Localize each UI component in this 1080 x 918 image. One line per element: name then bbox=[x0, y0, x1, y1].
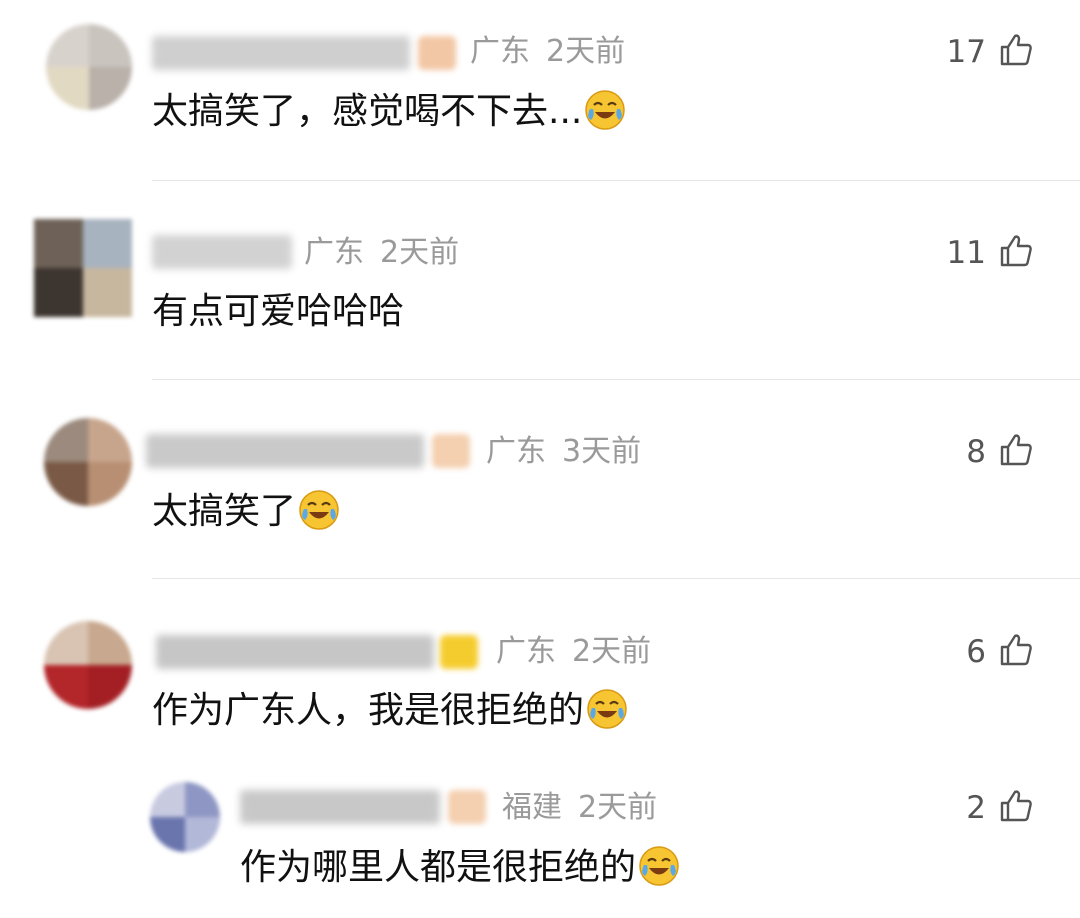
comment-text: 作为广东人，我是很拒绝的 bbox=[152, 687, 628, 735]
user-badge-icon bbox=[432, 434, 470, 468]
comment-meta: 广东 2天前 bbox=[470, 32, 625, 72]
comment-text-content: 太搞笑了，感觉喝不下去... bbox=[152, 91, 583, 132]
comment-text: 有点可爱哈哈哈 bbox=[152, 288, 404, 336]
comment-meta: 广东 2天前 bbox=[304, 233, 459, 273]
user-badge-icon bbox=[440, 635, 478, 669]
reply-text: 作为哪里人都是很拒绝的 bbox=[240, 844, 680, 892]
reply-text-content: 作为哪里人都是很拒绝的 bbox=[240, 847, 637, 888]
username-blurred[interactable] bbox=[152, 36, 410, 70]
avatar[interactable] bbox=[44, 418, 132, 506]
thumbs-up-icon bbox=[998, 788, 1034, 828]
comment-item[interactable]: 广东 2天前 11 有点可爱哈哈哈 bbox=[0, 181, 1080, 379]
comment-meta: 广东 2天前 bbox=[496, 632, 651, 672]
time-label: 2天前 bbox=[572, 634, 652, 669]
user-badge-icon bbox=[418, 36, 456, 70]
avatar[interactable] bbox=[44, 621, 132, 709]
comment-item[interactable]: 广东 3天前 8 太搞笑了 bbox=[0, 380, 1080, 578]
like-count: 11 bbox=[946, 235, 986, 271]
location-label: 福建 bbox=[502, 790, 562, 825]
laugh-cry-emoji-icon bbox=[638, 845, 680, 887]
thumbs-up-icon bbox=[998, 233, 1034, 273]
location-label: 广东 bbox=[496, 634, 556, 669]
time-label: 2天前 bbox=[546, 34, 626, 69]
thumbs-up-icon bbox=[998, 32, 1034, 72]
like-button[interactable]: 8 bbox=[966, 432, 1034, 472]
comment-text: 太搞笑了 bbox=[152, 488, 340, 536]
time-label: 3天前 bbox=[562, 434, 642, 469]
laugh-cry-emoji-icon bbox=[584, 89, 626, 131]
username-blurred[interactable] bbox=[156, 635, 434, 669]
comment-item[interactable]: 广东 2天前 6 作为广东人，我是很拒绝的 bbox=[0, 579, 1080, 759]
avatar[interactable] bbox=[34, 219, 132, 317]
comment-meta: 福建 2天前 bbox=[502, 788, 657, 828]
like-button[interactable]: 6 bbox=[966, 632, 1034, 672]
comment-text: 太搞笑了，感觉喝不下去... bbox=[152, 88, 626, 136]
username-blurred[interactable] bbox=[152, 235, 292, 269]
comment-text-content: 有点可爱哈哈哈 bbox=[152, 291, 405, 332]
location-label: 广东 bbox=[304, 235, 364, 270]
like-count: 2 bbox=[966, 790, 986, 826]
like-button[interactable]: 11 bbox=[947, 233, 1034, 273]
username-blurred[interactable] bbox=[240, 790, 440, 824]
user-badge-icon bbox=[448, 790, 486, 824]
time-label: 2天前 bbox=[578, 790, 658, 825]
comment-text-content: 作为广东人，我是很拒绝的 bbox=[152, 690, 585, 731]
location-label: 广东 bbox=[470, 34, 530, 69]
like-button[interactable]: 2 bbox=[966, 788, 1034, 828]
comment-meta: 广东 3天前 bbox=[486, 432, 641, 472]
comment-text-content: 太搞笑了 bbox=[152, 491, 297, 532]
laugh-cry-emoji-icon bbox=[298, 489, 340, 531]
username-blurred[interactable] bbox=[146, 434, 424, 468]
reply-item[interactable]: 福建 2天前 2 作为哪里人都是很拒绝的 bbox=[0, 760, 1080, 918]
comment-item[interactable]: 广东 2天前 17 太搞笑了，感觉喝不下去... bbox=[0, 0, 1080, 180]
time-label: 2天前 bbox=[380, 235, 460, 270]
avatar[interactable] bbox=[46, 24, 132, 110]
thumbs-up-icon bbox=[998, 432, 1034, 472]
like-count: 17 bbox=[946, 34, 986, 70]
location-label: 广东 bbox=[486, 434, 546, 469]
laugh-cry-emoji-icon bbox=[586, 688, 628, 730]
thumbs-up-icon bbox=[998, 632, 1034, 672]
avatar[interactable] bbox=[150, 782, 220, 852]
like-count: 8 bbox=[966, 434, 986, 470]
like-button[interactable]: 17 bbox=[947, 32, 1034, 72]
like-count: 6 bbox=[966, 634, 986, 670]
